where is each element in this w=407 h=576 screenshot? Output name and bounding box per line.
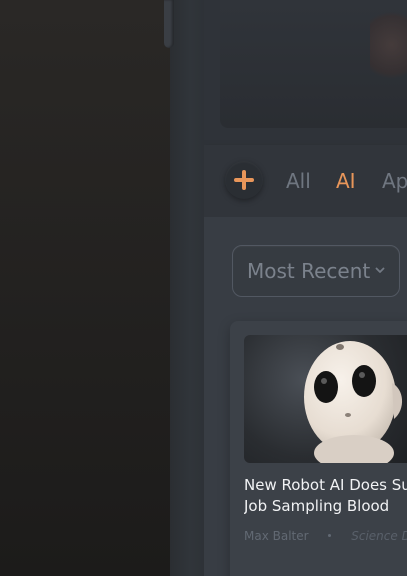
article-source: Science Do [351, 529, 407, 543]
article-card[interactable]: New Robot AI Does Sup Job Sampling Blood… [230, 321, 407, 576]
tab-all[interactable]: All [286, 171, 311, 191]
tab-ap[interactable]: Ap [382, 171, 407, 191]
phone-edge [170, 0, 204, 576]
sort-selected-value: Most Recent [247, 259, 371, 283]
feed-area: Most Recent New Robot AI Does Sup Job Sa… [204, 217, 407, 576]
article-author: Max Balter [244, 529, 309, 543]
robot-image [304, 341, 403, 463]
category-tabbar: All AI Ap [204, 145, 407, 217]
article-meta: Max Balter Science Do [244, 529, 407, 543]
phone-side-button [164, 0, 174, 48]
sort-dropdown[interactable]: Most Recent [232, 245, 400, 297]
phone-screen: All AI Ap Most Recent New Robot AI Does … [204, 0, 407, 576]
article-title-line-2: Job Sampling Blood [244, 497, 390, 515]
app-screenshot: All AI Ap Most Recent New Robot AI Does … [0, 0, 407, 576]
separator-dot [328, 534, 332, 537]
article-title: New Robot AI Does Sup Job Sampling Blood [244, 475, 407, 517]
header-image [204, 0, 407, 145]
background-left [0, 0, 170, 576]
article-title-line-1: New Robot AI Does Sup [244, 476, 407, 494]
chevron-down-icon [375, 265, 385, 275]
plus-icon [234, 170, 254, 190]
article-image [244, 335, 407, 463]
add-category-button[interactable] [225, 161, 263, 199]
header-image-decoration [370, 10, 407, 80]
tab-ai[interactable]: AI [336, 171, 356, 191]
